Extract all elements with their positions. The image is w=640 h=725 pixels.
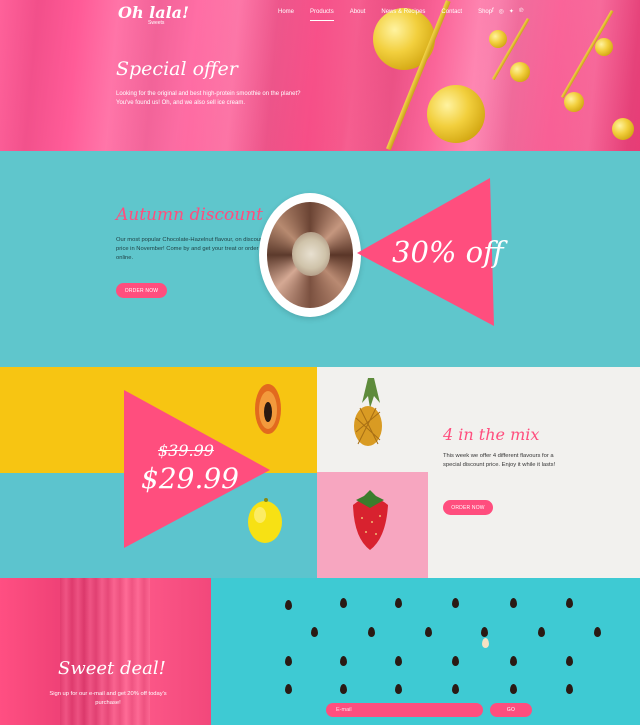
strawberry-image	[353, 490, 388, 550]
seed-decoration	[340, 684, 347, 694]
seed-decoration	[566, 598, 573, 608]
mix-order-now-button[interactable]: ORDER NOW	[443, 500, 493, 515]
seed-decoration	[311, 627, 318, 637]
seed-decoration	[395, 598, 402, 608]
lemon-image	[248, 498, 282, 543]
seed-decoration	[594, 627, 601, 637]
seed-decoration	[510, 656, 517, 666]
seed-decoration	[340, 598, 347, 608]
seed-decoration	[452, 598, 459, 608]
old-price: $39.99	[158, 441, 214, 460]
mix-title: 4 in the mix	[443, 425, 540, 444]
seed-decoration	[395, 684, 402, 694]
email-input[interactable]	[326, 703, 483, 717]
sweet-deal-text: Sign up for our e-mail and get 20% off t…	[49, 691, 167, 706]
seed-decoration	[395, 656, 402, 666]
seed-decoration	[285, 656, 292, 666]
sweet-deal-title: Sweet deal!	[58, 658, 166, 679]
seed-decoration	[538, 627, 545, 637]
seed-decoration	[285, 684, 292, 694]
seed-decoration	[481, 627, 488, 637]
new-price: $29.99	[141, 462, 239, 495]
seed-decoration	[510, 598, 517, 608]
seed-decoration	[510, 684, 517, 694]
pale-seed-decoration	[482, 638, 489, 648]
seed-decoration	[566, 684, 573, 694]
seed-decoration	[285, 600, 292, 610]
mix-text: This week we offer 4 different flavours …	[443, 453, 556, 468]
pineapple-image	[354, 378, 382, 446]
go-button[interactable]: GO	[490, 703, 532, 717]
seed-decoration	[368, 627, 375, 637]
papaya-image	[255, 384, 281, 434]
seed-decoration	[340, 656, 347, 666]
seed-decoration	[452, 684, 459, 694]
seed-decoration	[425, 627, 432, 637]
seed-decoration	[452, 656, 459, 666]
seed-decoration	[566, 656, 573, 666]
